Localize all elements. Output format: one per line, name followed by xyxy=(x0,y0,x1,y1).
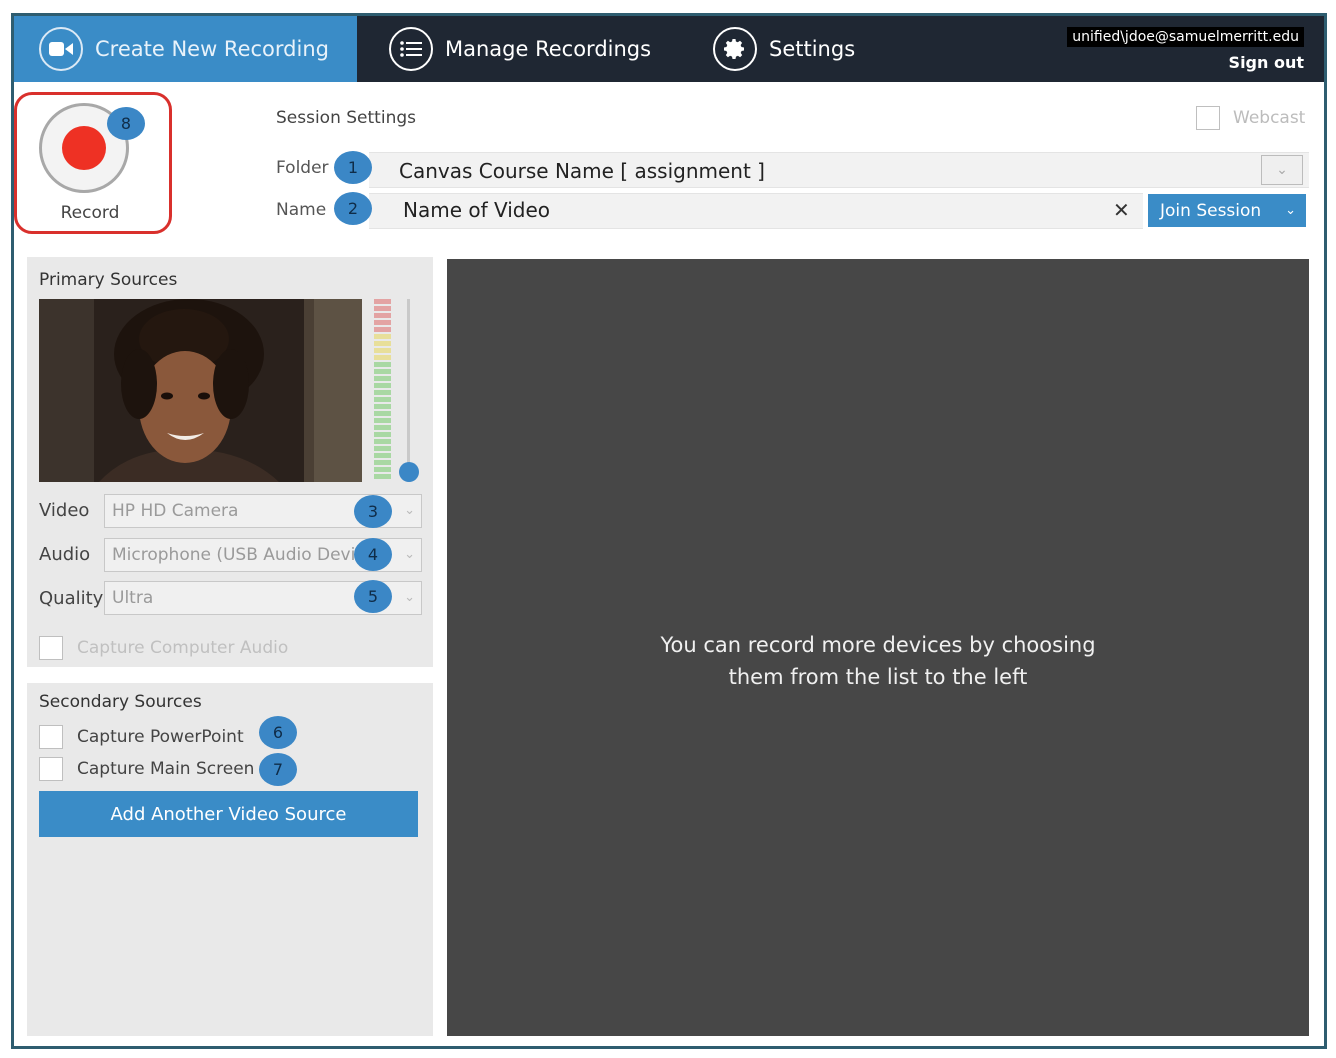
user-info: unified\jdoe@samuelmerritt.edu Sign out xyxy=(1067,26,1304,72)
callout-badge-5: 5 xyxy=(354,580,392,613)
tab-manage-recordings[interactable]: Manage Recordings xyxy=(389,16,651,82)
name-value: Name of Video xyxy=(403,198,551,222)
primary-sources-title: Primary Sources xyxy=(39,270,178,290)
meter-segment xyxy=(374,474,391,479)
meter-segment xyxy=(374,453,391,458)
meter-segment xyxy=(374,418,391,423)
preview-message-line-2: them from the list to the left xyxy=(728,665,1028,689)
chevron-down-icon[interactable]: ⌄ xyxy=(1261,155,1303,185)
meter-segment xyxy=(374,383,391,388)
meter-segment xyxy=(374,299,391,304)
meter-segment xyxy=(374,411,391,416)
video-camera-icon xyxy=(39,27,83,71)
volume-slider-track[interactable] xyxy=(407,299,410,471)
meter-segment xyxy=(374,327,391,332)
meter-segment xyxy=(374,369,391,374)
preview-message: You can record more devices by choosing … xyxy=(447,629,1309,693)
tab-label: Settings xyxy=(769,37,856,61)
sign-out-link[interactable]: Sign out xyxy=(1067,53,1304,72)
meter-segment xyxy=(374,397,391,402)
join-session-label: Join Session xyxy=(1160,200,1262,221)
chevron-down-icon: ⌄ xyxy=(1285,203,1296,218)
volume-slider-handle[interactable] xyxy=(399,462,419,482)
meter-segment xyxy=(374,320,391,325)
meter-segment xyxy=(374,334,391,339)
clear-icon[interactable]: ✕ xyxy=(1113,198,1130,222)
gear-icon xyxy=(713,27,757,71)
camera-preview xyxy=(39,299,362,482)
session-settings-title: Session Settings xyxy=(276,108,416,128)
callout-badge-7: 7 xyxy=(259,753,297,786)
meter-segment xyxy=(374,348,391,353)
callout-badge-4: 4 xyxy=(354,538,392,571)
meter-segment xyxy=(374,460,391,465)
tab-settings[interactable]: Settings xyxy=(713,16,855,82)
audio-level-meter xyxy=(374,299,391,482)
chevron-down-icon: ⌄ xyxy=(404,547,415,562)
meter-segment xyxy=(374,306,391,311)
record-dot-icon xyxy=(62,126,106,170)
recording-preview-area: You can record more devices by choosing … xyxy=(447,259,1309,1036)
capture-powerpoint-label: Capture PowerPoint xyxy=(77,727,244,747)
tab-create-new-recording[interactable]: Create New Recording xyxy=(14,16,357,82)
webcast-label: Webcast xyxy=(1233,108,1306,128)
capture-powerpoint-checkbox[interactable] xyxy=(39,725,63,749)
meter-segment xyxy=(374,432,391,437)
meter-segment xyxy=(374,313,391,318)
meter-segment xyxy=(374,362,391,367)
record-highlight: 8 Record xyxy=(14,92,172,234)
user-email: unified\jdoe@samuelmerritt.edu xyxy=(1067,27,1304,47)
meter-segment xyxy=(374,341,391,346)
quality-value: Ultra xyxy=(112,588,154,608)
preview-message-line-1: You can record more devices by choosing xyxy=(660,633,1096,657)
meter-segment xyxy=(374,404,391,409)
tab-label: Manage Recordings xyxy=(445,37,652,61)
callout-badge-6: 6 xyxy=(259,716,297,749)
meter-segment xyxy=(374,390,391,395)
name-input[interactable]: Name of Video ✕ xyxy=(369,193,1143,229)
name-label: Name xyxy=(276,200,327,220)
record-label: Record xyxy=(60,203,120,223)
app-window: Create New Recording Manage Recordings S… xyxy=(11,13,1327,1049)
audio-value: Microphone (USB Audio Device) xyxy=(112,545,382,565)
add-video-source-label: Add Another Video Source xyxy=(110,803,347,825)
webcast-checkbox[interactable] xyxy=(1196,106,1220,130)
meter-segment xyxy=(374,446,391,451)
callout-badge-3: 3 xyxy=(354,495,392,528)
meter-segment xyxy=(374,355,391,360)
chevron-down-icon: ⌄ xyxy=(404,503,415,518)
audio-label: Audio xyxy=(39,544,91,565)
folder-value: Canvas Course Name [ assignment ] xyxy=(399,159,765,183)
capture-computer-audio-label: Capture Computer Audio xyxy=(77,638,289,658)
meter-segment xyxy=(374,439,391,444)
callout-badge-2: 2 xyxy=(334,192,372,225)
callout-badge-8: 8 xyxy=(107,107,145,140)
secondary-sources-title: Secondary Sources xyxy=(39,692,202,712)
list-icon xyxy=(389,27,433,71)
capture-main-screen-label: Capture Main Screen xyxy=(77,759,255,779)
video-value: HP HD Camera xyxy=(112,501,239,521)
meter-segment xyxy=(374,425,391,430)
add-another-video-source-button[interactable]: Add Another Video Source xyxy=(39,791,418,837)
capture-main-screen-checkbox[interactable] xyxy=(39,757,63,781)
join-session-button[interactable]: Join Session ⌄ xyxy=(1148,194,1306,227)
tab-label: Create New Recording xyxy=(95,37,329,61)
meter-segment xyxy=(374,376,391,381)
video-label: Video xyxy=(39,500,90,521)
capture-computer-audio-checkbox[interactable] xyxy=(39,636,63,660)
top-nav: Create New Recording Manage Recordings S… xyxy=(14,16,1324,82)
callout-badge-1: 1 xyxy=(334,151,372,184)
folder-label: Folder xyxy=(276,158,329,178)
quality-label: Quality xyxy=(39,588,104,609)
meter-segment xyxy=(374,467,391,472)
folder-select[interactable]: Canvas Course Name [ assignment ] ⌄ xyxy=(369,152,1309,188)
chevron-down-icon: ⌄ xyxy=(404,590,415,605)
